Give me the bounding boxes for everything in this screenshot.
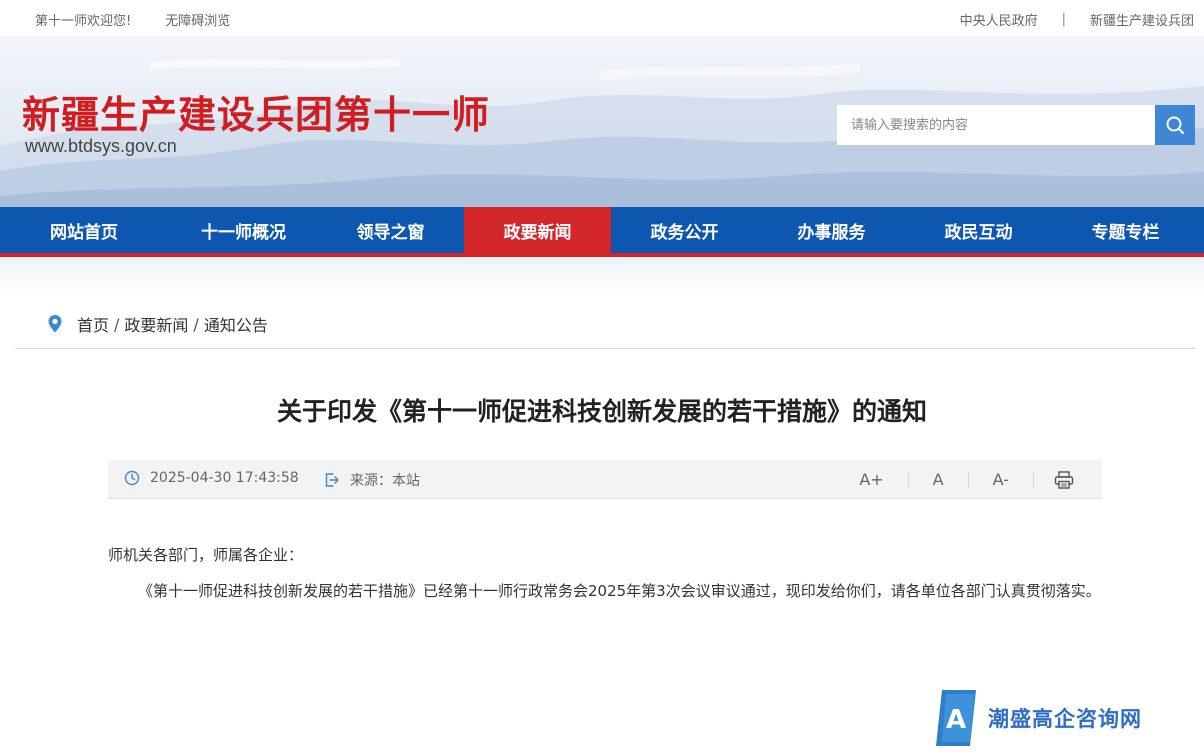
watermark-logo: A — [936, 690, 976, 746]
nav-item-topics[interactable]: 专题专栏 — [1052, 207, 1199, 253]
accessible-browse-link[interactable]: 无障碍浏览 — [165, 10, 230, 29]
source-value: 本站 — [392, 473, 420, 489]
site-title: 新疆生产建设兵团第十一师 — [22, 93, 491, 137]
top-bar: 第十一师欢迎您! 无障碍浏览 中央人民政府 | 新疆生产建设兵团 — [0, 0, 1204, 36]
breadcrumb-separator: / — [193, 314, 199, 334]
article-content: 师机关各部门，师属各企业： 《第十一师促进科技创新发展的若干措施》已经第十一师行… — [108, 537, 1102, 609]
nav-fade — [0, 257, 1204, 297]
breadcrumb-home[interactable]: 首页 — [77, 312, 109, 336]
search-icon — [1166, 116, 1184, 134]
publish-datetime: 2025-04-30 17:43:58 — [150, 470, 299, 486]
search-input[interactable] — [837, 105, 1155, 145]
breadcrumb-separator: / — [114, 314, 120, 334]
site-url: www.btdsys.gov.cn — [25, 136, 177, 156]
clock-icon — [124, 470, 140, 486]
breadcrumb-notices[interactable]: 通知公告 — [204, 312, 268, 336]
article-title: 关于印发《第十一师促进科技创新发展的若干措施》的通知 — [276, 397, 927, 426]
nav-item-gov-affairs[interactable]: 政务公开 — [611, 207, 758, 253]
article-paragraph: 《第十一师促进科技创新发展的若干措施》已经第十一师行政常务会2025年第3次会议… — [138, 582, 1101, 600]
search-button[interactable] — [1155, 105, 1195, 145]
breadcrumb-news[interactable]: 政要新闻 — [124, 312, 188, 336]
source-icon — [325, 473, 339, 487]
corps-link[interactable]: 新疆生产建设兵团 — [1090, 10, 1194, 29]
font-tools: A+ A A- — [835, 460, 1092, 499]
main-nav: 网站首页 十一师概况 领导之窗 政要新闻 政务公开 办事服务 政民互动 专题专栏 — [0, 207, 1204, 257]
nav-item-home[interactable]: 网站首页 — [0, 207, 170, 253]
breadcrumb: 首页 / 政要新闻 / 通知公告 — [47, 312, 268, 336]
article-source: 来源：本站 — [324, 470, 420, 490]
font-larger-button[interactable]: A+ — [835, 470, 907, 489]
watermark: A 潮盛高企咨询网 — [936, 690, 1142, 746]
article-salutation: 师机关各部门，师属各企业： — [108, 546, 304, 564]
article-meta-bar: 2025-04-30 17:43:58 来源：本站 A+ A A- — [108, 460, 1102, 499]
watermark-text: 潮盛高企咨询网 — [988, 706, 1142, 731]
publish-time: 2025-04-30 17:43:58 — [124, 470, 299, 486]
central-gov-link[interactable]: 中央人民政府 — [960, 10, 1038, 29]
watermark-logo-letter: A — [946, 705, 966, 735]
nav-item-services[interactable]: 办事服务 — [758, 207, 905, 253]
font-normal-button[interactable]: A — [907, 470, 968, 489]
font-smaller-button[interactable]: A- — [967, 470, 1033, 489]
printer-icon — [1054, 470, 1074, 489]
welcome-text: 第十一师欢迎您! — [35, 14, 132, 29]
nav-item-interaction[interactable]: 政民互动 — [905, 207, 1052, 253]
topbar-separator: | — [1061, 12, 1066, 27]
nav-item-news[interactable]: 政要新闻 — [464, 207, 611, 253]
print-button[interactable] — [1033, 470, 1092, 489]
nav-item-leaders[interactable]: 领导之窗 — [317, 207, 464, 253]
breadcrumb-bar: 首页 / 政要新闻 / 通知公告 — [15, 298, 1195, 349]
location-pin-icon — [48, 315, 62, 333]
source-label: 来源： — [350, 473, 392, 489]
header-banner: 新疆生产建设兵团第十一师 www.btdsys.gov.cn — [0, 36, 1204, 207]
search-box — [837, 105, 1195, 145]
nav-item-overview[interactable]: 十一师概况 — [170, 207, 317, 253]
